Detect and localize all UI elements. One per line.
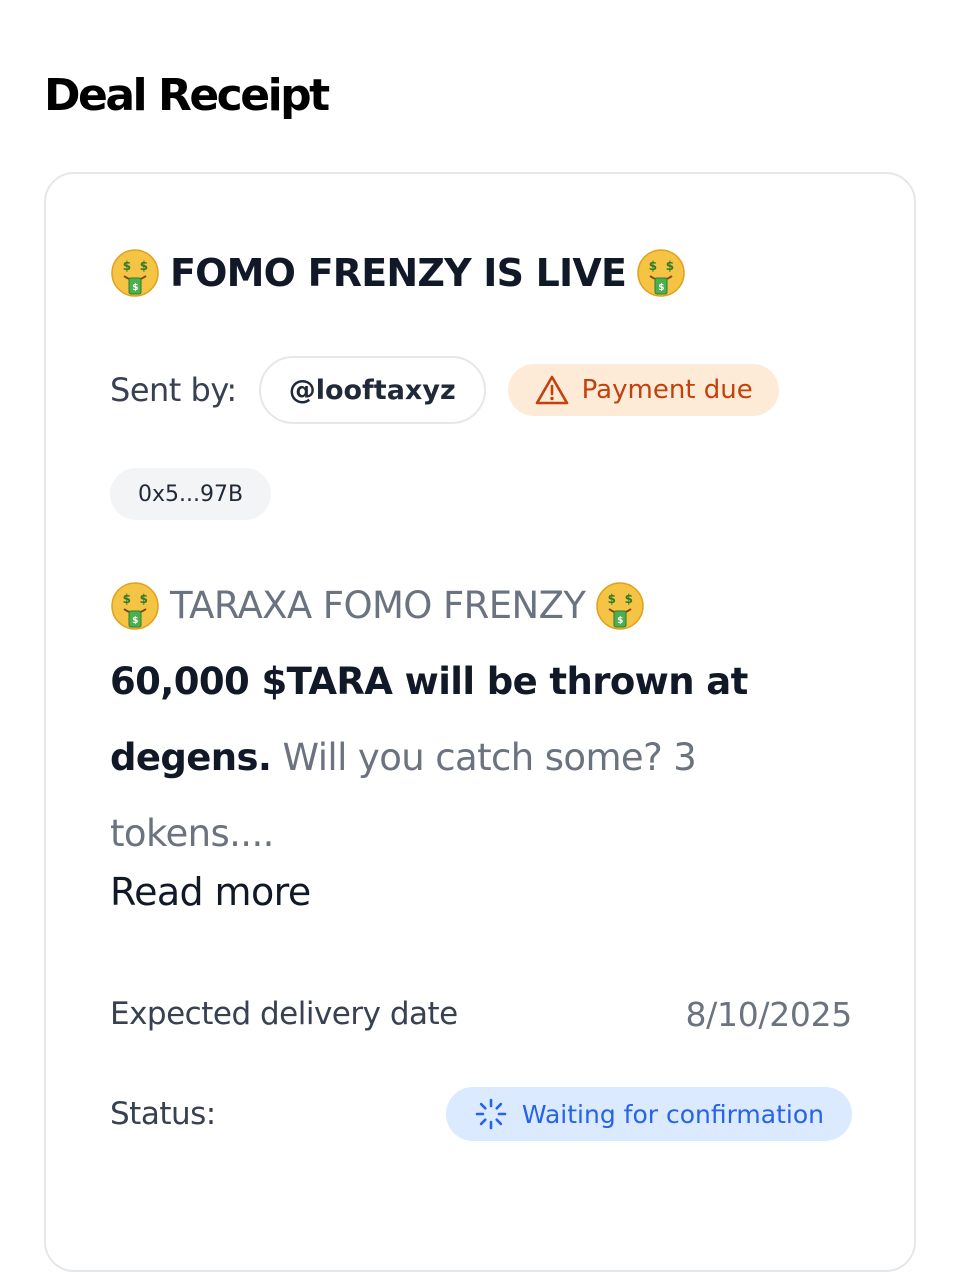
read-more-link[interactable]: Read more [110, 870, 311, 914]
delivery-date-label: Expected delivery date [110, 996, 458, 1032]
description-bold-line-1: 60,000 $TARA will be thrown at [110, 660, 748, 703]
deal-title: $ $ $ FOMO FRENZY IS LIVE $ $ $ [110, 248, 686, 298]
description-lead: TARAXA FOMO FRENZY [170, 584, 586, 627]
delivery-date-value: 8/10/2025 [685, 994, 852, 1034]
svg-text:$: $ [132, 616, 138, 626]
svg-text:$: $ [666, 259, 674, 273]
warning-triangle-icon [534, 374, 570, 406]
money-mouth-face-icon: $ $ $ [110, 248, 160, 298]
svg-text:$: $ [132, 283, 138, 293]
money-mouth-face-icon: $ $ $ [110, 581, 160, 631]
money-mouth-face-icon: $ $ $ [595, 581, 645, 631]
description-bold-line-2: degens. [110, 736, 272, 779]
sent-by-row: Sent by: @looftaxyz Payment due [110, 356, 779, 424]
wallet-address-chip[interactable]: 0x5...97B [110, 468, 272, 520]
svg-text:$: $ [658, 283, 664, 293]
deal-title-text: FOMO FRENZY IS LIVE [170, 251, 627, 295]
delivery-date-row: Expected delivery date 8/10/2025 [110, 986, 852, 1042]
page-title: Deal Receipt [44, 70, 330, 121]
spinner-icon [474, 1097, 508, 1131]
svg-text:$: $ [608, 592, 616, 606]
description-line-3: tokens.... [110, 812, 274, 855]
status-label: Status: [110, 1096, 216, 1132]
sender-chip[interactable]: @looftaxyz [258, 356, 486, 424]
description-rest-line-2: Will you catch some? 3 [271, 736, 697, 779]
payment-due-label: Payment due [581, 375, 753, 405]
svg-text:$: $ [123, 259, 131, 273]
status-value: Waiting for confirmation [521, 1099, 824, 1129]
status-badge: Waiting for confirmation [445, 1087, 852, 1141]
svg-text:$: $ [625, 592, 633, 606]
svg-text:$: $ [140, 592, 148, 606]
svg-text:$: $ [649, 259, 657, 273]
sent-by-label: Sent by: [110, 371, 237, 409]
deal-description: $ $ $ TARAXA FOMO FRENZY $ $ $ 60,000 $T… [110, 568, 830, 872]
svg-text:$: $ [123, 592, 131, 606]
svg-text:$: $ [618, 616, 624, 626]
deal-receipt-card: $ $ $ FOMO FRENZY IS LIVE $ $ $ Sent by:… [44, 172, 916, 1272]
money-mouth-face-icon: $ $ $ [636, 248, 686, 298]
payment-due-badge: Payment due [507, 364, 779, 416]
status-row: Status: Waiting for confirmation [110, 1086, 852, 1142]
svg-text:$: $ [140, 259, 148, 273]
